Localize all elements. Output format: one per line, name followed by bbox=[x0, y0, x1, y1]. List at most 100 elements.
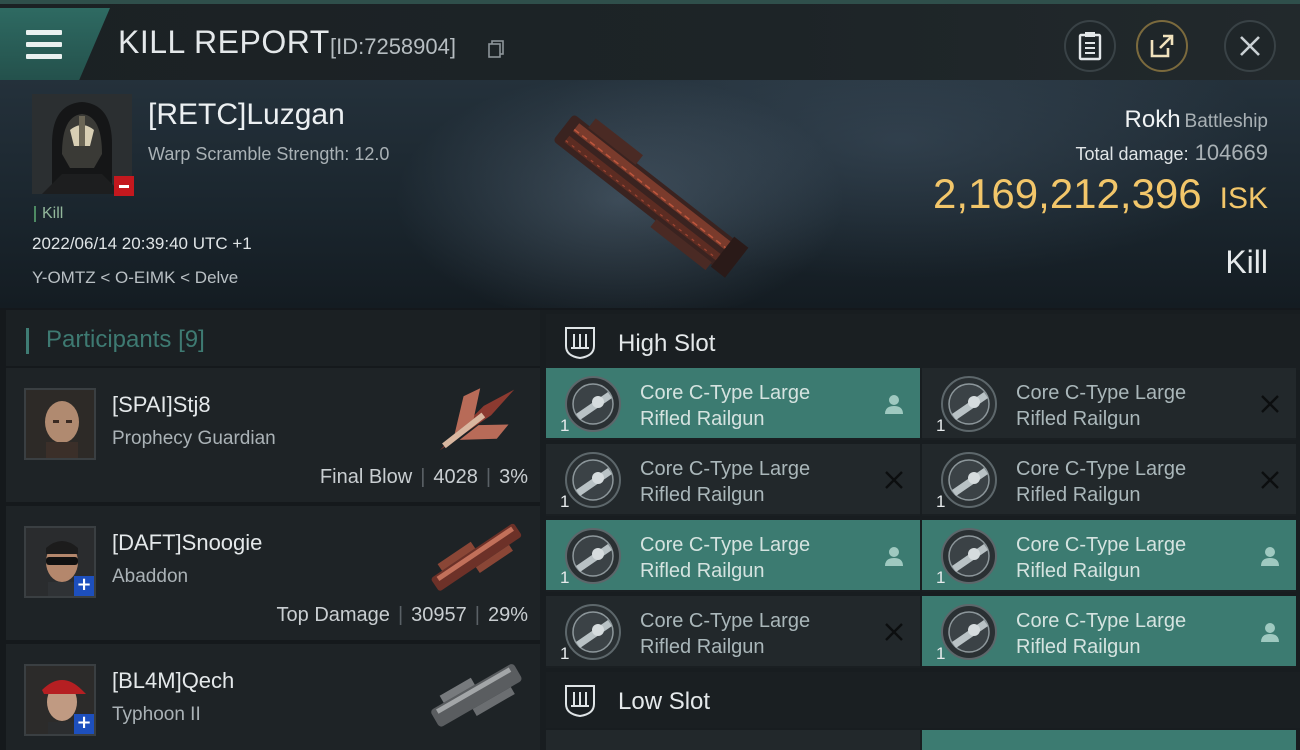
low-slot-module-partial[interactable] bbox=[546, 730, 920, 750]
participant-name[interactable]: [DAFT]Snoogie bbox=[112, 530, 262, 556]
module-tile[interactable]: 1 Core C-Type Large Rifled Railgun bbox=[546, 444, 920, 516]
isk-unit: ISK bbox=[1219, 182, 1268, 215]
participants-count: [9] bbox=[178, 326, 205, 353]
module-name-line1: Core C-Type Large bbox=[1016, 534, 1187, 556]
module-name-line2: Rifled Railgun bbox=[1016, 636, 1141, 658]
module-tile[interactable]: 1 Core C-Type Large Rifled Railgun bbox=[922, 444, 1296, 516]
module-name-line2: Rifled Railgun bbox=[1016, 408, 1141, 430]
title-bar: KILL REPORT [ID:7258904] bbox=[0, 0, 1300, 80]
railgun-module-icon bbox=[565, 376, 621, 432]
module-name-line2: Rifled Railgun bbox=[1016, 560, 1141, 582]
module-quantity: 1 bbox=[936, 568, 946, 587]
participant-damage: 30957 bbox=[411, 604, 467, 626]
participant-row[interactable]: + [DAFT]Snoogie Abaddon Top Damage | 30957… bbox=[6, 506, 540, 640]
fitting-panel: High Slot 1 Core C-Type Large Rifled Railg… bbox=[540, 310, 1300, 750]
close-button[interactable] bbox=[1224, 20, 1276, 72]
participant-ship-image[interactable] bbox=[420, 374, 530, 464]
participant-name[interactable]: [BL4M]Qech bbox=[112, 668, 234, 694]
low-slot-header: Low Slot bbox=[546, 672, 1300, 728]
clipboard-button[interactable] bbox=[1064, 20, 1116, 72]
participant-stats: Final Blow | 4028 | 3% bbox=[319, 466, 528, 488]
module-name-line1: Core C-Type Large bbox=[640, 382, 811, 404]
hamburger-icon-line bbox=[26, 42, 62, 47]
isk-amount: 2,169,212,396 bbox=[933, 170, 1202, 217]
module-tile[interactable]: 1 Core C-Type Large Rifled Railgun bbox=[922, 368, 1296, 440]
module-quantity: 1 bbox=[560, 644, 570, 663]
hamburger-icon bbox=[26, 30, 62, 35]
participant-name[interactable]: [SPAI]Stj8 bbox=[112, 392, 211, 418]
module-name: Core C-Type Large Rifled Railgun bbox=[640, 608, 890, 660]
kill-result: Kill bbox=[1225, 244, 1268, 280]
dropped-person-icon bbox=[1261, 547, 1279, 566]
high-slot-icon bbox=[565, 327, 595, 360]
low-slot-icon bbox=[565, 685, 595, 718]
victim-name[interactable]: [RETC]Luzgan bbox=[148, 98, 345, 132]
module-name: Core C-Type Large Rifled Railgun bbox=[1016, 608, 1266, 660]
avatar[interactable] bbox=[24, 388, 96, 460]
victim-ship-image[interactable] bbox=[520, 90, 780, 300]
module-tile[interactable]: 1 Core C-Type Large Rifled Railgun bbox=[922, 520, 1296, 592]
participant-role: Top Damage bbox=[276, 604, 390, 626]
railgun-module-icon bbox=[565, 452, 621, 508]
close-icon bbox=[1240, 36, 1260, 56]
kill-timestamp: 2022/06/14 20:39:40 UTC +1 bbox=[32, 234, 252, 253]
module-name: Core C-Type Large Rifled Railgun bbox=[1016, 532, 1266, 584]
ship-type-name: Rokh bbox=[1124, 106, 1181, 133]
participant-percent: 3% bbox=[499, 466, 528, 488]
participant-ship: Abaddon bbox=[112, 566, 189, 587]
report-id: [ID:7258904] bbox=[330, 34, 456, 59]
plus-badge: + bbox=[74, 714, 94, 734]
module-name-line1: Core C-Type Large bbox=[640, 610, 811, 632]
copy-icon[interactable] bbox=[488, 40, 504, 58]
menu-button[interactable] bbox=[0, 8, 110, 80]
participant-row[interactable]: + [BL4M]Qech Typhoon II bbox=[6, 644, 540, 750]
module-tile[interactable]: 1 Core C-Type Large Rifled Railgun bbox=[546, 368, 920, 440]
kill-tag: Kill bbox=[34, 206, 63, 222]
railgun-module-icon bbox=[565, 528, 621, 584]
share-button[interactable] bbox=[1136, 20, 1188, 72]
participant-role: Final Blow bbox=[319, 466, 413, 488]
ship-class: Battleship bbox=[1184, 111, 1268, 132]
module-quantity: 1 bbox=[560, 416, 570, 435]
total-damage-label: Total damage: bbox=[1075, 144, 1189, 164]
railgun-module-icon bbox=[941, 528, 997, 584]
module-tile[interactable]: 1 Core C-Type Large Rifled Railgun bbox=[922, 596, 1296, 668]
module-name-line2: Rifled Railgun bbox=[640, 636, 765, 658]
module-name: Core C-Type Large Rifled Railgun bbox=[640, 532, 890, 584]
participants-title: Participants [9] bbox=[46, 326, 205, 354]
module-tile[interactable]: 1 Core C-Type Large Rifled Railgun bbox=[546, 520, 920, 592]
high-slot-header: High Slot bbox=[546, 314, 1300, 370]
participant-ship-image[interactable] bbox=[420, 512, 530, 602]
destroyed-x-icon bbox=[1261, 395, 1279, 413]
header-accent-bar bbox=[26, 328, 29, 354]
victim-ship-name[interactable]: Rokh Battleship bbox=[1125, 106, 1268, 134]
hostile-badge bbox=[114, 176, 134, 196]
module-name: Core C-Type Large Rifled Railgun bbox=[640, 456, 890, 508]
plus-badge: + bbox=[74, 576, 94, 596]
participants-header: Participants [9] bbox=[6, 310, 540, 366]
dropped-person-icon bbox=[885, 395, 903, 414]
module-quantity: 1 bbox=[560, 568, 570, 587]
module-name: Core C-Type Large Rifled Railgun bbox=[640, 380, 890, 432]
participant-ship-image[interactable] bbox=[420, 650, 530, 740]
participant-percent: 29% bbox=[487, 604, 528, 626]
module-name-line2: Rifled Railgun bbox=[640, 560, 765, 582]
railgun-module-icon bbox=[941, 604, 997, 660]
participant-row[interactable]: [SPAI]Stj8 Prophecy Guardian Final Blow |… bbox=[6, 368, 540, 502]
low-slot-module-partial[interactable] bbox=[922, 730, 1296, 750]
railgun-module-icon bbox=[565, 604, 621, 660]
kill-location[interactable]: Y-OMTZ < O-EIMK < Delve bbox=[32, 268, 238, 288]
module-tile[interactable]: 1 Core C-Type Large Rifled Railgun bbox=[546, 596, 920, 668]
destroyed-x-icon bbox=[885, 471, 903, 489]
module-name-line2: Rifled Railgun bbox=[640, 484, 765, 506]
railgun-module-icon bbox=[941, 452, 997, 508]
participant-ship: Prophecy Guardian bbox=[112, 428, 276, 449]
participant-damage: 4028 bbox=[433, 466, 478, 488]
module-quantity: 1 bbox=[936, 644, 946, 663]
module-name-line1: Core C-Type Large bbox=[640, 534, 811, 556]
module-name-line1: Core C-Type Large bbox=[640, 458, 811, 480]
participant-stats: Top Damage | 30957 | 29% bbox=[276, 604, 528, 626]
high-slot-title: High Slot bbox=[618, 330, 716, 357]
participants-label: Participants bbox=[46, 326, 172, 353]
module-name-line2: Rifled Railgun bbox=[1016, 484, 1141, 506]
